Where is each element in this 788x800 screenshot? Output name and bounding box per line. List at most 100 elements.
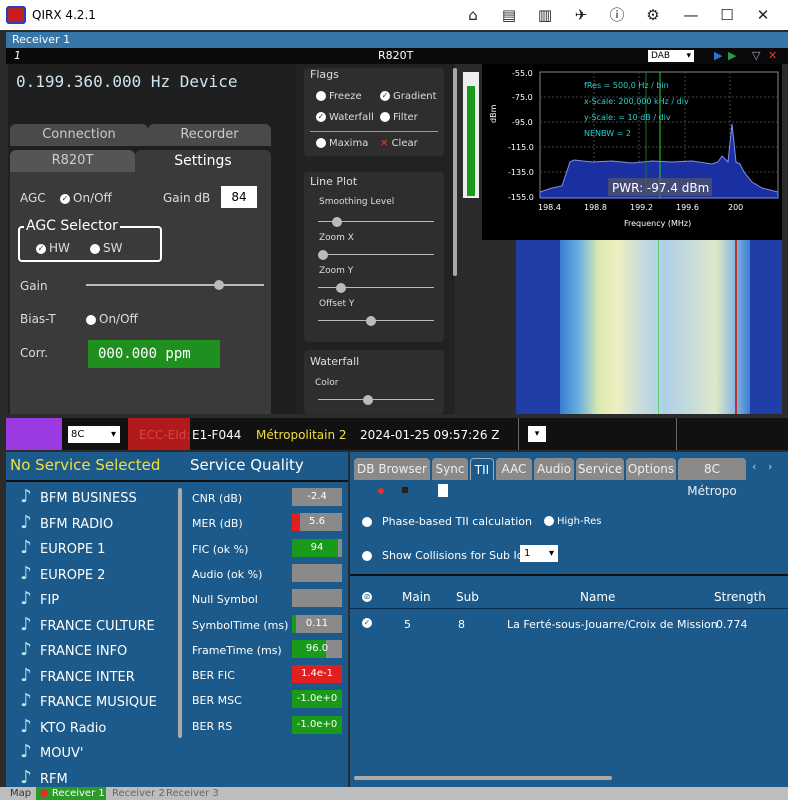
- zoomx-slider[interactable]: [318, 250, 434, 260]
- close-icon[interactable]: ✕: [753, 5, 773, 25]
- stop-icon[interactable]: [402, 487, 408, 493]
- info-icon[interactable]: ⓘ: [607, 5, 627, 25]
- minimize-icon[interactable]: —: [681, 5, 701, 25]
- color-slider[interactable]: [318, 395, 434, 405]
- tab-service[interactable]: Service: [576, 458, 624, 480]
- close-receiver-icon[interactable]: ✕: [768, 48, 777, 64]
- tab-receiver-2[interactable]: Receiver 2: [112, 787, 165, 800]
- expand-button[interactable]: ▾: [528, 426, 546, 442]
- tab-scroll-right-icon[interactable]: ›: [768, 460, 772, 473]
- tab-settings[interactable]: Settings: [135, 150, 271, 172]
- tab-8c-m-tropo[interactable]: 8C Métropo: [678, 458, 746, 498]
- column-strength[interactable]: Strength: [714, 590, 766, 604]
- freeze-radio[interactable]: Freeze: [316, 91, 362, 102]
- mode-select[interactable]: DAB ▾: [648, 50, 694, 62]
- tab-options[interactable]: Options: [626, 458, 676, 480]
- ensemble-status-bar: 8C ▾ ECC-EId: E1-F044 Métropolitain 2 202…: [6, 418, 788, 450]
- title-bar: QIRX 4.2.1 ⌂ ▤ ▥ ✈ ⓘ ⚙ — ☐ ✕: [0, 0, 788, 30]
- waterfall-center-line: [658, 240, 659, 414]
- offsety-slider[interactable]: [318, 316, 434, 326]
- tab-aac[interactable]: AAC: [496, 458, 532, 480]
- tab-r820t[interactable]: R820T: [10, 150, 135, 172]
- music-note-icon: ♪: [20, 690, 32, 711]
- column-main[interactable]: Main: [402, 590, 431, 604]
- gain-slider[interactable]: [86, 280, 264, 290]
- y-tick: -55.0: [512, 69, 533, 78]
- smoothing-slider[interactable]: [318, 217, 434, 227]
- info-line: fRes = 500,0 Hz / bin: [584, 81, 669, 90]
- tab-sync[interactable]: Sync: [432, 458, 468, 480]
- tab-db-browser[interactable]: DB Browser: [354, 458, 430, 480]
- service-scrollbar[interactable]: [178, 488, 182, 738]
- service-item[interactable]: ♪ FRANCE MUSIQUE: [12, 688, 182, 713]
- collisions-radio[interactable]: Show Collisions for Sub Id: [362, 549, 524, 562]
- service-item[interactable]: ♪ BFM BUSINESS: [12, 484, 182, 509]
- highres-label: High-Res: [557, 516, 602, 527]
- tab-connection[interactable]: Connection: [10, 124, 148, 146]
- service-item[interactable]: ♪ EUROPE 2: [12, 561, 182, 586]
- tab-audio[interactable]: Audio: [534, 458, 574, 480]
- gradient-check[interactable]: ✓ Gradient: [380, 91, 437, 102]
- music-note-icon: ♪: [20, 511, 32, 533]
- gain-db-input[interactable]: 84: [221, 186, 257, 208]
- channel-select[interactable]: 8C ▾: [68, 426, 120, 443]
- mid-scrollbar[interactable]: [453, 68, 457, 276]
- tii-hscrollbar[interactable]: [354, 776, 612, 780]
- satellite-icon[interactable]: ✈: [571, 5, 591, 25]
- service-item[interactable]: ♪ RFM: [12, 765, 182, 790]
- maxima-radio[interactable]: Maxima: [316, 138, 368, 149]
- row-check-icon[interactable]: ✓: [362, 618, 372, 628]
- phase-tii-radio[interactable]: Phase-based TII calculation: [362, 515, 532, 528]
- maximize-icon[interactable]: ☐: [717, 5, 737, 25]
- agc-toggle[interactable]: ✓ On/Off: [60, 191, 112, 205]
- hw-radio[interactable]: ✓ HW: [36, 241, 70, 255]
- clear-button[interactable]: ✕ Clear: [380, 138, 418, 149]
- zoomy-slider[interactable]: [318, 283, 434, 293]
- column-name[interactable]: Name: [580, 590, 615, 604]
- tab-receiver-3[interactable]: Receiver 3: [166, 787, 219, 800]
- tab-receiver-1[interactable]: ● Receiver 1: [36, 787, 106, 800]
- color-knob[interactable]: [363, 395, 373, 405]
- datetime: 2024-01-25 09:57:26 Z: [360, 428, 500, 442]
- record-icon[interactable]: [378, 488, 384, 494]
- gear-icon[interactable]: ⚙: [643, 5, 663, 25]
- tab-tii[interactable]: TII: [470, 458, 494, 480]
- filter-radio[interactable]: Filter: [380, 112, 418, 123]
- tab-recorder[interactable]: Recorder: [148, 124, 271, 146]
- check-icon: ✓: [36, 243, 46, 254]
- service-item[interactable]: ♪ EUROPE 1: [12, 535, 182, 560]
- offsety-knob[interactable]: [366, 316, 376, 326]
- lineplot-title: Line Plot: [310, 175, 358, 188]
- level-meter-fill: [467, 86, 475, 196]
- collisions-label: Show Collisions for Sub Id: [382, 549, 524, 562]
- sub-id-select[interactable]: 1 ▾: [520, 545, 558, 562]
- corr-input[interactable]: 000.000 ppm: [88, 340, 220, 368]
- service-item[interactable]: ♪ FRANCE CULTURE: [12, 612, 182, 637]
- map-icon[interactable]: ▥: [535, 5, 555, 25]
- service-item[interactable]: ♪ FIP: [12, 586, 182, 611]
- zoomy-knob[interactable]: [336, 283, 346, 293]
- service-item[interactable]: ♪ KTO Radio: [12, 714, 182, 739]
- service-item[interactable]: ♪ FRANCE INTER: [12, 663, 182, 688]
- column-sub[interactable]: Sub: [456, 590, 479, 604]
- table-row[interactable]: ✓ 5 8 La Ferté-sous-Jouarre/Croix de Mis…: [350, 614, 788, 636]
- sw-radio[interactable]: SW: [90, 241, 122, 255]
- play-icon[interactable]: ▶: [714, 48, 722, 64]
- tab-map[interactable]: Map: [10, 787, 31, 800]
- document-icon[interactable]: [438, 484, 448, 497]
- tab-scroll-left-icon[interactable]: ‹: [752, 460, 756, 473]
- biast-toggle[interactable]: On/Off: [86, 312, 138, 326]
- service-item[interactable]: ♪ MOUV': [12, 739, 182, 764]
- collapse-icon[interactable]: ▽: [752, 48, 760, 64]
- layout-icon[interactable]: ▤: [499, 5, 519, 25]
- service-item[interactable]: ♪ FRANCE INFO: [12, 637, 182, 662]
- gain-slider-knob[interactable]: [213, 280, 224, 290]
- zoomx-knob[interactable]: [318, 250, 328, 260]
- service-list-panel: No Service Selected ♪ BFM BUSINESS ♪ BFM RA…: [6, 452, 184, 790]
- waterfall-check[interactable]: ✓ Waterfall: [316, 112, 374, 123]
- service-item[interactable]: ♪ BFM RADIO: [12, 510, 182, 535]
- highres-radio[interactable]: High-Res: [544, 516, 601, 527]
- home-icon[interactable]: ⌂: [463, 5, 483, 25]
- smoothing-knob[interactable]: [332, 217, 342, 227]
- forward-icon[interactable]: ▶: [728, 48, 736, 64]
